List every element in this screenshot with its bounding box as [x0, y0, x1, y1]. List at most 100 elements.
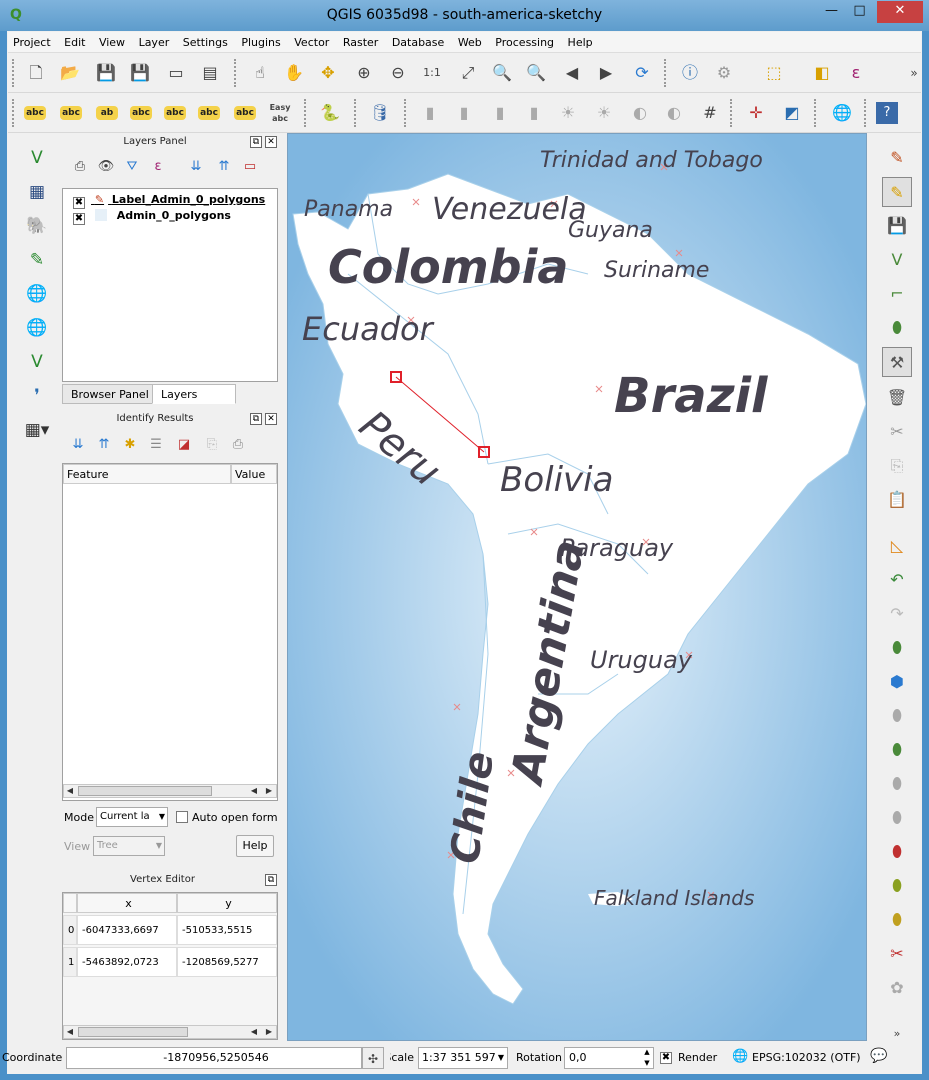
open-project-icon[interactable]: 📂: [56, 59, 84, 87]
column-header-feature[interactable]: Feature: [63, 464, 231, 484]
tab-browser-panel[interactable]: Browser Panel: [62, 384, 158, 404]
add-vector-layer-icon[interactable]: V: [22, 143, 52, 173]
collapse-tree-icon[interactable]: ⇈: [90, 431, 118, 459]
add-wcs-layer-icon[interactable]: 🌐: [22, 313, 52, 343]
column-header-y[interactable]: y: [177, 893, 277, 913]
copy-features-icon[interactable]: ⎘: [882, 451, 912, 481]
coordinate-capture-icon[interactable]: ✛: [742, 99, 770, 127]
float-panel-icon[interactable]: ⧉: [265, 874, 277, 886]
rotation-spinner-icon[interactable]: ▲ ▼: [640, 1047, 654, 1069]
rotate-label-icon[interactable]: abc: [198, 106, 220, 120]
render-checkbox[interactable]: ✖: [660, 1052, 672, 1064]
copy-feature-icon[interactable]: ⎘: [198, 431, 226, 459]
undo-icon[interactable]: ↶: [882, 565, 912, 595]
menu-settings[interactable]: Settings: [178, 32, 233, 53]
view-dropdown[interactable]: Tree ▼: [93, 836, 165, 856]
scale-dropdown[interactable]: 1:37 351 597 ▼: [418, 1047, 508, 1069]
toggle-editing-icon[interactable]: ✎: [882, 177, 912, 207]
node-tool-icon[interactable]: ⌐: [882, 279, 912, 309]
node-tool-active-icon[interactable]: ⚒: [882, 347, 912, 377]
menu-web[interactable]: Web: [453, 32, 487, 53]
scroll-left-icon[interactable]: ◀: [64, 785, 76, 797]
close-panel-icon[interactable]: ✕: [265, 413, 277, 425]
layer-visibility-checkbox[interactable]: ✖: [73, 213, 85, 225]
scroll-right-icon[interactable]: ▶: [263, 1026, 275, 1038]
zoom-to-layer-icon[interactable]: 🔍: [522, 59, 550, 87]
fill-ring-icon[interactable]: ⬮: [882, 769, 912, 799]
raster-stretch-current-icon[interactable]: ▮: [486, 99, 514, 127]
new-project-icon[interactable]: 🗋: [22, 59, 50, 87]
float-panel-icon[interactable]: ⧉: [250, 413, 262, 425]
expand-tree-icon[interactable]: ⇊: [64, 431, 92, 459]
zoom-in-icon[interactable]: ⊕: [350, 59, 378, 87]
move-feature-icon[interactable]: ⬮: [882, 313, 912, 343]
expression-select-icon[interactable]: ε: [842, 59, 870, 87]
show-hide-labels-icon[interactable]: abc: [130, 106, 152, 120]
reshape-features-icon[interactable]: ⬮: [882, 871, 912, 901]
mode-dropdown[interactable]: Current la ▼: [96, 807, 168, 827]
add-feature-icon[interactable]: V: [882, 245, 912, 275]
close-button[interactable]: ✕: [877, 1, 923, 23]
toolbar-overflow-icon[interactable]: »: [900, 59, 928, 87]
easy-custom-labeling-icon[interactable]: Easy abc: [266, 99, 294, 127]
horizontal-scrollbar[interactable]: ◀ ◀ ▶: [63, 784, 277, 798]
menu-project[interactable]: Project: [8, 32, 56, 53]
zoom-next-icon[interactable]: ▶: [592, 59, 620, 87]
split-features-icon[interactable]: ✂: [882, 939, 912, 969]
row-index[interactable]: 1: [63, 947, 77, 977]
raster-local-stretch-icon[interactable]: ▮: [520, 99, 548, 127]
remove-layer-icon[interactable]: ▭: [236, 153, 264, 181]
zoom-to-selection-icon[interactable]: 🔍: [488, 59, 516, 87]
open-form-icon[interactable]: ☰: [142, 431, 170, 459]
increase-brightness-icon[interactable]: ☀: [554, 99, 582, 127]
pan-icon[interactable]: ✋: [280, 59, 308, 87]
move-label-icon[interactable]: abc: [164, 106, 186, 120]
scroll-right-icon[interactable]: ▶: [263, 785, 275, 797]
scrollbar-thumb[interactable]: [78, 786, 212, 796]
menu-database[interactable]: Database: [387, 32, 450, 53]
expand-all-icon[interactable]: ⇊: [182, 153, 210, 181]
menu-view[interactable]: View: [94, 32, 130, 53]
column-header-value[interactable]: Value: [231, 464, 277, 484]
grid-icon[interactable]: #: [696, 99, 724, 127]
scroll-left-icon[interactable]: ◀: [248, 785, 260, 797]
zoom-last-icon[interactable]: ◀: [558, 59, 586, 87]
float-panel-icon[interactable]: ⧉: [250, 136, 262, 148]
vertex-x-cell[interactable]: -6047333,6697: [77, 915, 177, 945]
decrease-brightness-icon[interactable]: ☀: [590, 99, 618, 127]
delete-ring-icon[interactable]: ⬮: [882, 803, 912, 833]
crs-status[interactable]: EPSG:102032 (OTF): [752, 1051, 861, 1064]
georeferencer-icon[interactable]: ◩: [778, 99, 806, 127]
delete-selected-icon[interactable]: 🗑: [882, 383, 912, 413]
db-manager-icon[interactable]: 🛢: [366, 99, 394, 127]
manage-visibility-icon[interactable]: 👁: [92, 153, 120, 181]
row-index[interactable]: 0: [63, 915, 77, 945]
deselect-all-icon[interactable]: ◧: [808, 59, 836, 87]
layer-item[interactable]: ✖ Admin_0_polygons: [73, 208, 231, 225]
touch-zoom-icon[interactable]: ☝: [246, 59, 274, 87]
column-header-x[interactable]: x: [77, 893, 177, 913]
filter-legend-icon[interactable]: ⛛: [118, 153, 146, 181]
save-project-icon[interactable]: 💾: [92, 59, 120, 87]
layer-labeling-icon[interactable]: abc: [24, 106, 46, 120]
zoom-out-icon[interactable]: ⊖: [384, 59, 412, 87]
vertex-x-cell[interactable]: -5463892,0723: [77, 947, 177, 977]
scroll-left-icon[interactable]: ◀: [64, 1026, 76, 1038]
add-raster-layer-icon[interactable]: ▦: [22, 177, 52, 207]
identify-features-icon[interactable]: ⓘ: [676, 59, 704, 87]
horizontal-scrollbar[interactable]: ◀ ◀ ▶: [63, 1025, 277, 1039]
add-wfs-layer-icon[interactable]: V: [22, 347, 52, 377]
add-ring-icon[interactable]: ⬮: [882, 701, 912, 731]
raster-stretch-icon[interactable]: ▮: [450, 99, 478, 127]
current-edits-icon[interactable]: ✎: [882, 143, 912, 173]
menu-vector[interactable]: Vector: [289, 32, 334, 53]
layer-item[interactable]: ✖ ✎ Label_Admin_0_polygons: [73, 192, 265, 209]
map-canvas[interactable]: Trinidad and Tobago Panama Venezuela Guy…: [287, 133, 867, 1041]
toggle-extents-icon[interactable]: ✣: [362, 1047, 384, 1069]
menu-processing[interactable]: Processing: [490, 32, 559, 53]
add-layer-dropdown-icon[interactable]: ▦▾: [22, 415, 52, 445]
clear-results-icon[interactable]: ◪: [170, 431, 198, 459]
cut-features-icon[interactable]: ✂: [882, 417, 912, 447]
vertex-y-cell[interactable]: -510533,5515: [177, 915, 277, 945]
menu-layer[interactable]: Layer: [134, 32, 175, 53]
